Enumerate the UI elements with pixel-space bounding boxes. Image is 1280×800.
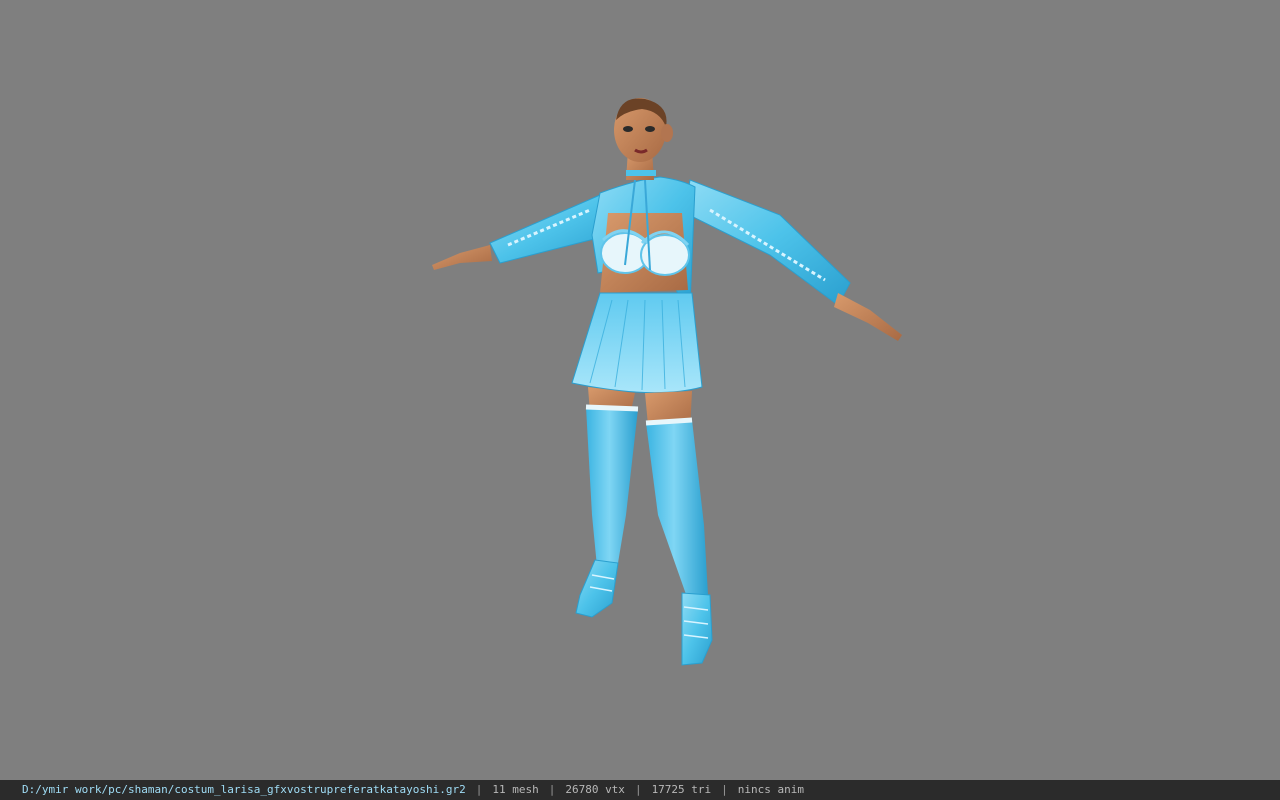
separator: | xyxy=(475,783,483,796)
right-stocking xyxy=(646,420,708,600)
3d-viewport[interactable] xyxy=(0,0,1280,780)
separator: | xyxy=(721,783,728,796)
triangle-count: 17725 tri xyxy=(651,783,712,796)
right-boot xyxy=(681,592,713,666)
character-model-render xyxy=(432,98,902,666)
file-path: D:/ymir work/pc/shaman/costum_larisa_gfx… xyxy=(22,783,466,796)
status-bar: D:/ymir work/pc/shaman/costum_larisa_gfx… xyxy=(0,780,1280,800)
vertex-count: 26780 vtx xyxy=(565,783,625,796)
character-model[interactable] xyxy=(420,95,920,680)
right-sleeve xyxy=(684,179,851,306)
anim-status: nincs anim xyxy=(737,783,805,796)
separator: | xyxy=(548,783,556,796)
left-stocking xyxy=(586,407,638,577)
separator: | xyxy=(634,783,642,796)
head xyxy=(614,98,673,162)
mesh-count: 11 mesh xyxy=(492,783,539,796)
left-hand xyxy=(432,245,492,270)
right-hand xyxy=(834,293,902,341)
